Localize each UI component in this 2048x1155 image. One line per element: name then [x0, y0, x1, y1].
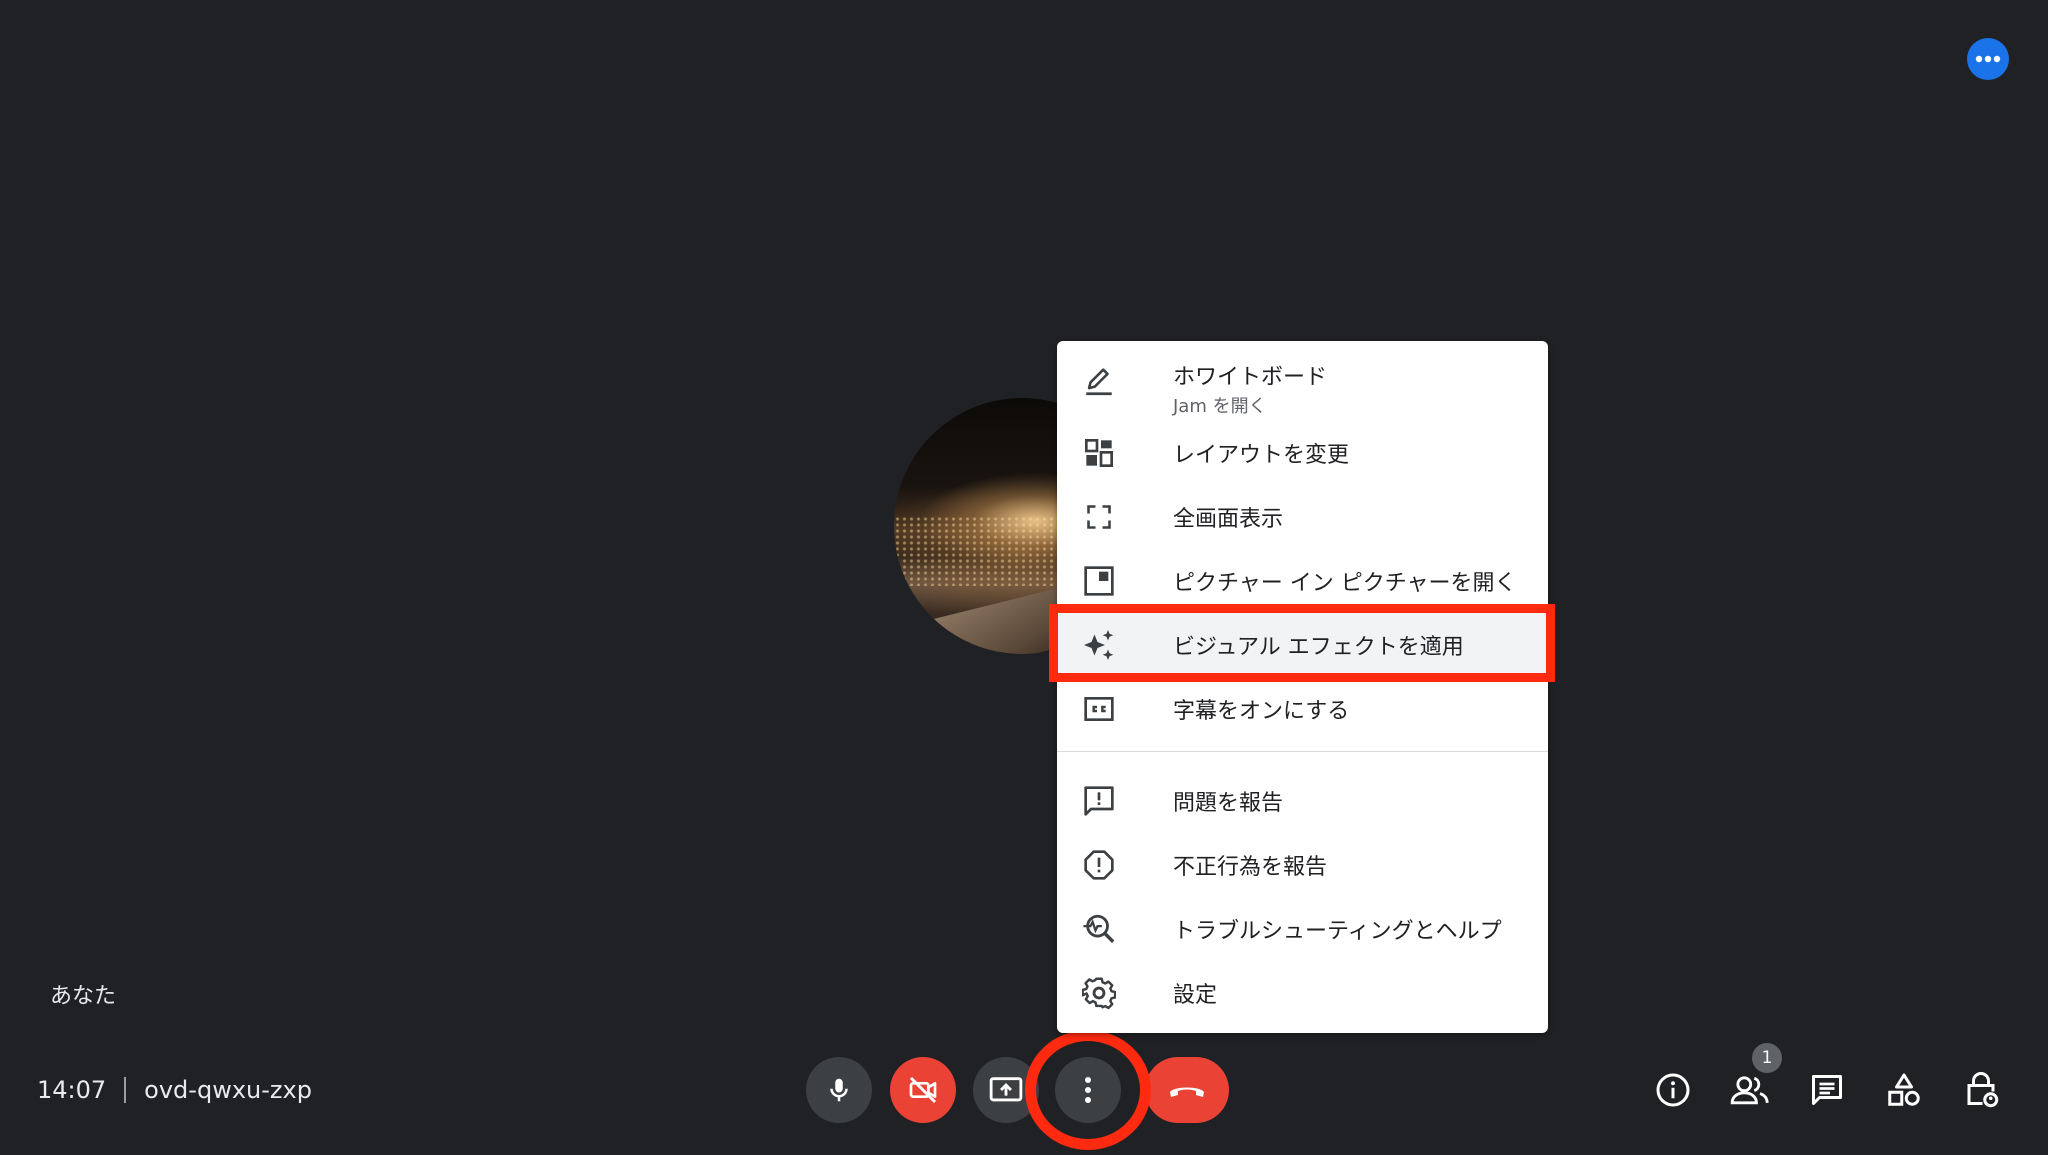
menu-item-label: トラブルシューティングとヘルプ [1173, 919, 1502, 944]
microphone-button[interactable] [806, 1057, 872, 1123]
menu-item-label: 設定 [1173, 983, 1218, 1008]
layout-icon [1081, 435, 1117, 471]
participants-button[interactable] [1728, 1068, 1772, 1112]
chat-icon [1812, 1075, 1842, 1105]
camera-button[interactable] [890, 1057, 956, 1123]
meeting-info: 14:07 ovd-qwxu-zxp [37, 1073, 312, 1107]
leave-call-button[interactable] [1145, 1057, 1229, 1123]
annotation-highlight-box [1049, 604, 1555, 682]
closed-caption-icon [1081, 691, 1117, 727]
menu-divider [1057, 751, 1548, 752]
menu-item-label: ホワイトボード [1173, 365, 1328, 390]
self-tile-label: あなた [50, 984, 117, 1009]
camera-off-icon [909, 1076, 937, 1104]
menu-item-report-abuse[interactable]: 不正行為を報告 [1057, 833, 1548, 897]
microphone-icon [830, 1078, 848, 1102]
menu-item-report-problem[interactable]: 問題を報告 [1057, 769, 1548, 833]
menu-item-label: 全画面表示 [1173, 507, 1284, 532]
annotation-circle [1025, 1030, 1151, 1150]
menu-item-change-layout[interactable]: レイアウトを変更 [1057, 421, 1548, 485]
menu-item-troubleshooting[interactable]: トラブルシューティングとヘルプ [1057, 897, 1548, 961]
menu-item-label: 問題を報告 [1173, 791, 1284, 816]
feedback-icon [1081, 783, 1117, 819]
present-screen-icon [989, 1077, 1023, 1102]
menu-item-settings[interactable]: 設定 [1057, 961, 1548, 1025]
hang-up-icon [1170, 1087, 1204, 1097]
menu-item-captions[interactable]: 字幕をオンにする [1057, 677, 1548, 741]
menu-item-label: ピクチャー イン ピクチャーを開く [1173, 571, 1517, 596]
pencil-icon [1081, 363, 1117, 399]
menu-item-whiteboard[interactable]: ホワイトボード Jam を開く [1057, 345, 1548, 421]
report-icon [1081, 847, 1117, 883]
menu-item-label: 不正行為を報告 [1173, 855, 1328, 880]
meeting-stage: あなた 14:07 ovd-qwxu-zxp 1 ホワイトボード Jam を開く… [0, 0, 2048, 1155]
lock-person-icon [1967, 1072, 1999, 1108]
host-controls-button[interactable] [1959, 1068, 2003, 1112]
meeting-details-button[interactable] [1651, 1068, 1695, 1112]
info-icon [1656, 1073, 1690, 1107]
troubleshoot-icon [1081, 911, 1117, 947]
chat-button[interactable] [1805, 1068, 1849, 1112]
participants-count-badge: 1 [1752, 1043, 1782, 1073]
people-icon [1730, 1076, 1769, 1105]
menu-item-label: レイアウトを変更 [1173, 443, 1350, 468]
fullscreen-icon [1081, 499, 1117, 535]
menu-item-sublabel: Jam を開く [1173, 396, 1267, 417]
menu-item-label: 字幕をオンにする [1173, 699, 1350, 724]
top-more-options-button[interactable] [1967, 38, 2009, 80]
settings-gear-icon [1081, 975, 1117, 1011]
picture-in-picture-icon [1081, 563, 1117, 599]
divider [124, 1077, 127, 1103]
more-options-menu: ホワイトボード Jam を開く レイアウトを変更 全画面表示 ピクチャー イン … [1057, 341, 1548, 1033]
meeting-code: ovd-qwxu-zxp [144, 1076, 312, 1104]
activities-button[interactable] [1882, 1068, 1926, 1112]
menu-item-fullscreen[interactable]: 全画面表示 [1057, 485, 1548, 549]
more-horizontal-icon [1975, 55, 2001, 63]
meeting-time: 14:07 [37, 1076, 107, 1104]
shapes-icon [1888, 1073, 1920, 1106]
